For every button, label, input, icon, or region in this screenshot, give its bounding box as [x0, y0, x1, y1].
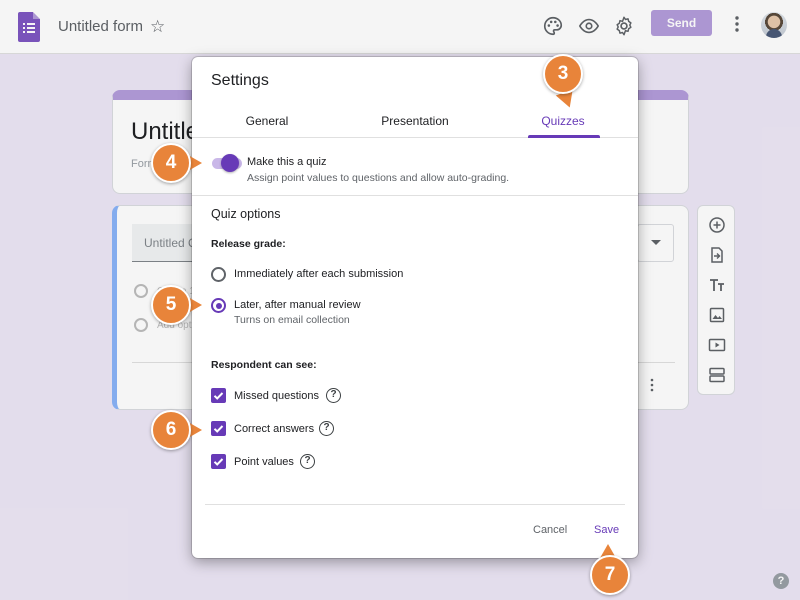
missed-questions-checkbox[interactable]: [211, 388, 226, 403]
tab-quizzes[interactable]: Quizzes: [508, 114, 618, 128]
quiz-options-title: Quiz options: [211, 207, 281, 221]
help-circle-icon[interactable]: ?: [319, 421, 334, 436]
callout-5: 5: [151, 285, 191, 325]
point-values-label[interactable]: Point values: [234, 456, 294, 468]
respondent-can-see-label: Respondent can see:: [211, 359, 317, 371]
callout-6: 6: [151, 410, 191, 450]
release-later-label[interactable]: Later, after manual review: [234, 299, 361, 311]
save-button[interactable]: Save: [594, 524, 619, 536]
quiz-toggle[interactable]: [221, 154, 239, 172]
make-quiz-label: Make this a quiz: [247, 156, 327, 168]
divider: [192, 195, 638, 196]
missed-questions-label[interactable]: Missed questions: [234, 390, 319, 402]
callout-7: 7: [590, 555, 630, 595]
make-quiz-description: Assign point values to questions and all…: [247, 172, 510, 184]
callout-4: 4: [151, 143, 191, 183]
help-circle-icon[interactable]: ?: [326, 388, 341, 403]
footer-divider: [205, 504, 625, 505]
release-grade-label: Release grade:: [211, 238, 286, 250]
callout-3: 3: [543, 54, 583, 94]
dialog-title: Settings: [211, 72, 269, 89]
settings-dialog: Settings General Presentation Quizzes Ma…: [192, 57, 638, 558]
active-tab-indicator: [528, 135, 600, 138]
release-immediately-radio[interactable]: [211, 267, 226, 282]
correct-answers-label[interactable]: Correct answers: [234, 423, 314, 435]
help-circle-icon[interactable]: ?: [300, 454, 315, 469]
release-immediately-label[interactable]: Immediately after each submission: [234, 268, 403, 280]
release-later-sublabel: Turns on email collection: [234, 314, 350, 326]
tab-presentation[interactable]: Presentation: [360, 114, 470, 128]
cancel-button[interactable]: Cancel: [533, 524, 567, 536]
point-values-checkbox[interactable]: [211, 454, 226, 469]
correct-answers-checkbox[interactable]: [211, 421, 226, 436]
tab-general[interactable]: General: [212, 114, 322, 128]
settings-tabs: General Presentation Quizzes: [192, 105, 638, 138]
release-later-radio[interactable]: [211, 298, 226, 313]
